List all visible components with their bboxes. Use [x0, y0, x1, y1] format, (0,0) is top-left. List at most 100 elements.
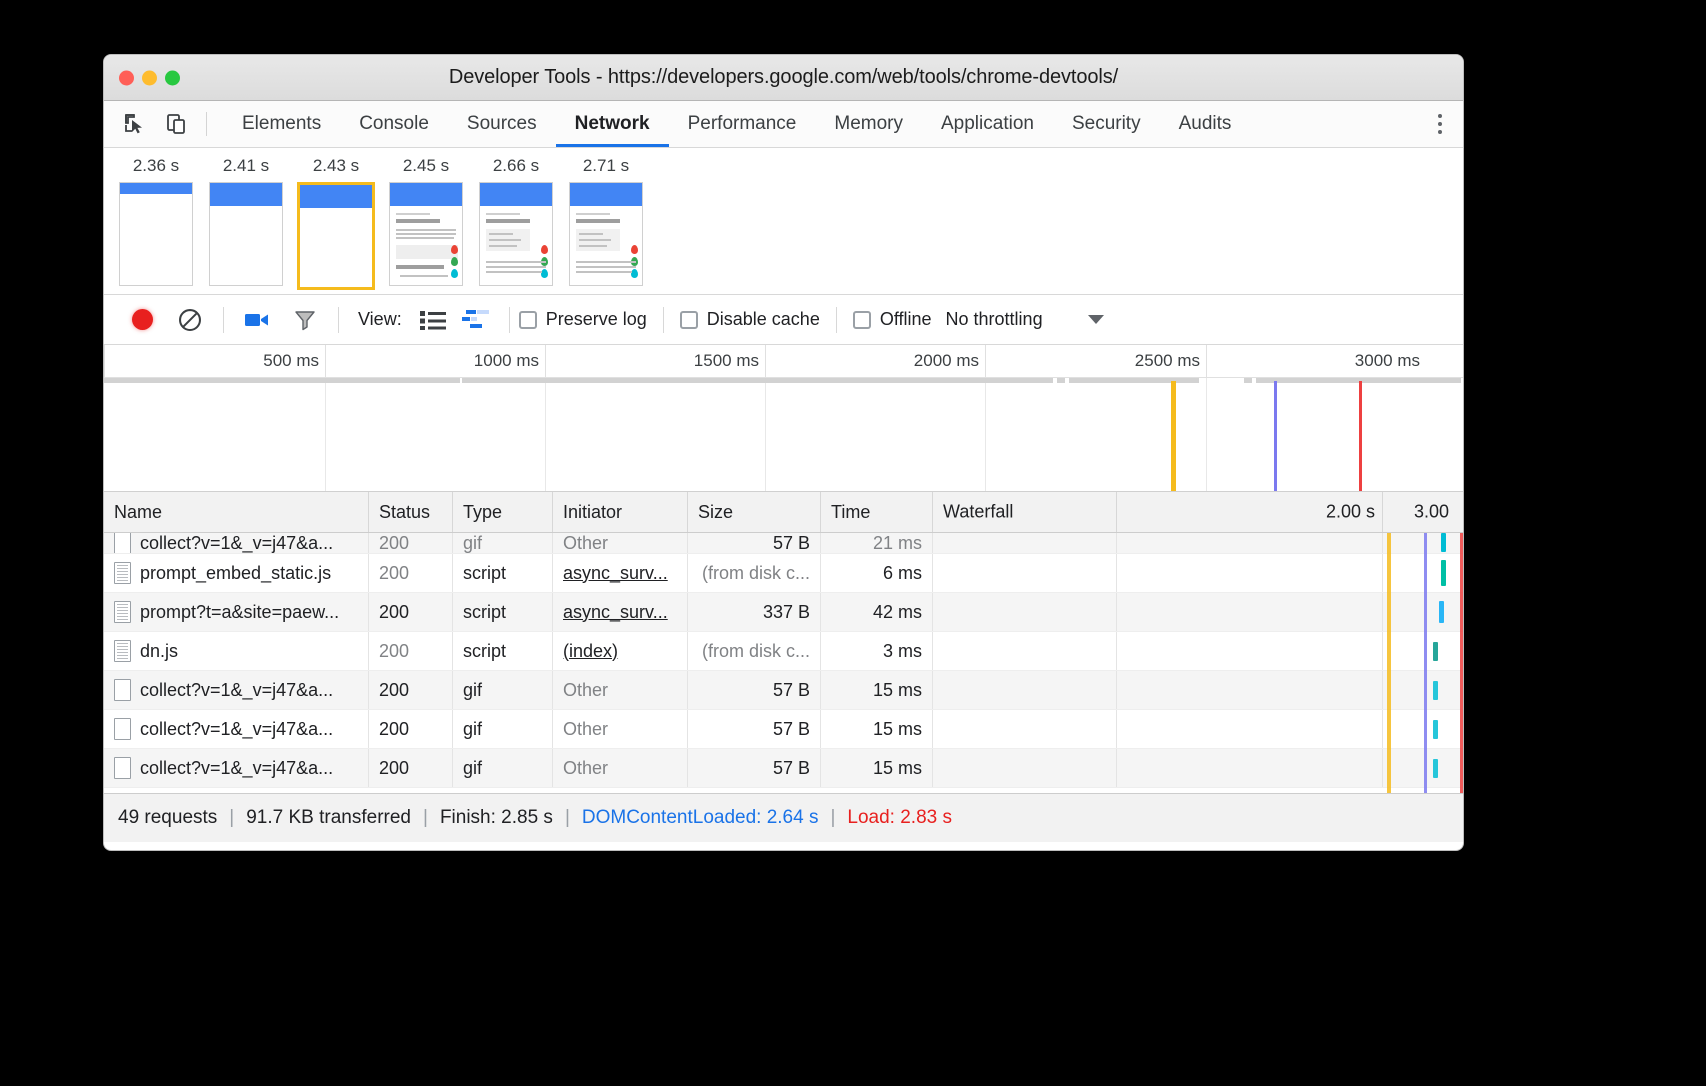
ruler-tick-label: 2500 ms [1135, 351, 1200, 371]
view-waterfall-icon [462, 309, 492, 331]
checkbox-box[interactable] [519, 311, 537, 329]
tab-label: Audits [1179, 113, 1232, 135]
column-header-type[interactable]: Type [453, 492, 553, 532]
checkbox-box[interactable] [853, 311, 871, 329]
checkbox-label: Offline [880, 309, 932, 330]
window-controls[interactable] [119, 70, 180, 85]
tab-security[interactable]: Security [1053, 101, 1160, 147]
filmstrip-thumbnail[interactable] [569, 182, 643, 286]
status-separator: | [830, 807, 835, 829]
tab-memory[interactable]: Memory [815, 101, 922, 147]
close-window-button[interactable] [119, 70, 134, 85]
column-header-name[interactable]: Name [104, 492, 369, 532]
cell-status: 200 [369, 671, 453, 709]
tab-network[interactable]: Network [556, 101, 669, 147]
disable-cache-checkbox[interactable]: Disable cache [680, 309, 820, 330]
filmstrip-frame[interactable]: 2.41 s [206, 156, 286, 286]
ruler-tick-label: 500 ms [263, 351, 319, 371]
column-header-initiator[interactable]: Initiator [553, 492, 688, 532]
filmstrip-frame[interactable]: 2.71 s [566, 156, 646, 286]
filmstrip-frame[interactable]: 2.45 s [386, 156, 466, 286]
table-body: collect?v=1&_v=j47&a... 200 gif Other 57… [104, 533, 1463, 788]
script-file-icon [114, 562, 131, 584]
device-toolbar-icon[interactable] [156, 101, 198, 147]
filmstrip: 2.36 s 2.41 s 2.43 s 2.45 s [104, 148, 1463, 295]
overview-band [1057, 378, 1065, 383]
throttling-select[interactable]: No throttling [946, 309, 1043, 330]
filmstrip-frame[interactable]: 2.66 s [476, 156, 556, 286]
cell-initiator[interactable]: async_surv... [553, 593, 688, 631]
requests-table: Name Status Type Initiator Size Time Wat… [104, 492, 1463, 793]
script-file-icon [114, 640, 131, 662]
offline-checkbox[interactable]: Offline [853, 309, 932, 330]
cell-time: 15 ms [821, 671, 933, 709]
tab-performance[interactable]: Performance [669, 101, 816, 147]
view-waterfall-button[interactable] [454, 295, 500, 345]
minimize-window-button[interactable] [142, 70, 157, 85]
inspect-element-icon[interactable] [114, 101, 156, 147]
filmstrip-thumbnail[interactable] [479, 182, 553, 286]
requests-count: 49 requests [118, 807, 217, 829]
table-row[interactable]: collect?v=1&_v=j47&a... 200 gif Other 57… [104, 533, 1463, 554]
tab-elements[interactable]: Elements [223, 101, 340, 147]
cell-waterfall [933, 593, 1463, 631]
filter-button[interactable] [281, 295, 329, 345]
initiator-link[interactable]: async_surv... [563, 602, 668, 623]
cell-type: script [453, 593, 553, 631]
column-header-size[interactable]: Size [688, 492, 821, 532]
tab-sources[interactable]: Sources [448, 101, 556, 147]
request-name: collect?v=1&_v=j47&a... [140, 533, 333, 553]
overview-band [104, 378, 460, 383]
table-row[interactable]: prompt?t=a&site=paew... 200 script async… [104, 593, 1463, 632]
filmstrip-frame-selected[interactable]: 2.43 s [296, 156, 376, 290]
column-header-status[interactable]: Status [369, 492, 453, 532]
column-header-time[interactable]: Time [821, 492, 933, 532]
cell-size: 57 B [688, 533, 821, 553]
funnel-icon [293, 308, 317, 332]
view-list-button[interactable] [412, 295, 454, 345]
filmstrip-thumbnail[interactable] [209, 182, 283, 286]
cell-status: 200 [369, 710, 453, 748]
table-row[interactable]: collect?v=1&_v=j47&a... 200 gif Other 57… [104, 710, 1463, 749]
tab-audits[interactable]: Audits [1160, 101, 1251, 147]
cell-waterfall [933, 632, 1463, 670]
tab-label: Application [941, 113, 1034, 135]
timeline-ruler: 500 ms 1000 ms 1500 ms 2000 ms 2500 ms 3… [104, 345, 1463, 378]
network-overview[interactable]: 500 ms 1000 ms 1500 ms 2000 ms 2500 ms 3… [104, 345, 1463, 492]
initiator-link[interactable]: async_surv... [563, 563, 668, 584]
chevron-down-icon[interactable] [1088, 315, 1104, 324]
cell-size: 57 B [688, 671, 821, 709]
filmstrip-thumbnail[interactable] [119, 182, 193, 286]
tab-label: Security [1072, 113, 1141, 135]
column-header-waterfall[interactable]: Waterfall 2.00 s 3.00 [933, 492, 1463, 532]
table-row[interactable]: prompt_embed_static.js 200 script async_… [104, 554, 1463, 593]
table-row[interactable]: dn.js 200 script (index) (from disk c...… [104, 632, 1463, 671]
table-row[interactable]: collect?v=1&_v=j47&a... 200 gif Other 57… [104, 749, 1463, 788]
initiator-link[interactable]: (index) [563, 641, 618, 662]
waterfall-bar [1433, 759, 1438, 778]
table-row[interactable]: collect?v=1&_v=j47&a... 200 gif Other 57… [104, 671, 1463, 710]
filmstrip-frame[interactable]: 2.36 s [116, 156, 196, 286]
maximize-window-button[interactable] [165, 70, 180, 85]
cell-initiator: Other [553, 671, 688, 709]
cell-size: (from disk c... [688, 554, 821, 592]
more-vertical-icon[interactable] [1417, 114, 1463, 134]
record-icon [132, 309, 153, 330]
preserve-log-checkbox[interactable]: Preserve log [519, 309, 647, 330]
filmstrip-thumbnail[interactable] [297, 182, 375, 290]
window-title: Developer Tools - https://developers.goo… [104, 66, 1463, 89]
tab-console[interactable]: Console [340, 101, 448, 147]
cell-initiator[interactable]: (index) [553, 632, 688, 670]
tab-application[interactable]: Application [922, 101, 1053, 147]
cell-name: prompt_embed_static.js [104, 554, 369, 592]
ruler-tick-label: 1500 ms [694, 351, 759, 371]
request-name: collect?v=1&_v=j47&a... [140, 758, 333, 779]
load-marker-table [1424, 533, 1427, 793]
clear-button[interactable] [166, 295, 214, 345]
capture-screenshots-button[interactable] [233, 295, 281, 345]
record-button[interactable] [118, 295, 166, 345]
cell-initiator[interactable]: async_surv... [553, 554, 688, 592]
checkbox-box[interactable] [680, 311, 698, 329]
cell-waterfall [933, 671, 1463, 709]
filmstrip-thumbnail[interactable] [389, 182, 463, 286]
